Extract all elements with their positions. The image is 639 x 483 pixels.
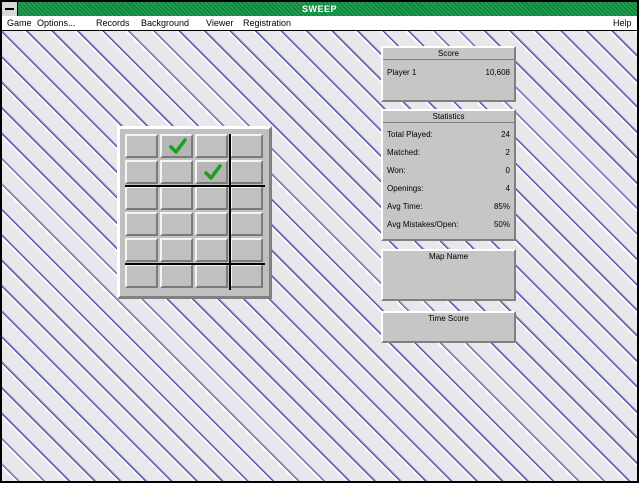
stat-value: 2 (505, 148, 510, 157)
time-score-panel: Time Score (381, 311, 516, 343)
board-cell[interactable] (160, 134, 193, 158)
game-board (117, 126, 272, 299)
board-cell[interactable] (160, 264, 193, 288)
board-cell[interactable] (125, 134, 158, 158)
stat-value: 24 (501, 130, 510, 139)
statistics-panel: Statistics Total Played: 24 Matched: 2 Won… (381, 109, 516, 241)
board-cell[interactable] (195, 264, 228, 288)
stat-row: Total Played: 24 (383, 128, 514, 142)
player-score: 10,608 (485, 68, 510, 77)
board-cell[interactable] (230, 264, 263, 288)
stat-label: Matched: (387, 148, 420, 157)
stat-row: Avg Mistakes/Open: 50% (383, 218, 514, 232)
app-window: SWEEP Game Options... Records Background… (0, 0, 639, 483)
board-cell[interactable] (160, 238, 193, 262)
stat-label: Total Played: (387, 130, 433, 139)
board-cell[interactable] (160, 186, 193, 210)
stat-label: Openings: (387, 184, 424, 193)
board-cell[interactable] (125, 186, 158, 210)
board-cell[interactable] (230, 238, 263, 262)
menu-registration[interactable]: Registration (243, 16, 291, 30)
menu-game[interactable]: Game (7, 16, 32, 30)
board-cell[interactable] (195, 134, 228, 158)
stat-row: Openings: 4 (383, 182, 514, 196)
board-cell[interactable] (195, 160, 228, 184)
map-name-panel: Map Name (381, 249, 516, 301)
board-cell[interactable] (125, 160, 158, 184)
stat-row: Won: 0 (383, 164, 514, 178)
board-cell[interactable] (125, 212, 158, 236)
statistics-header: Statistics (383, 111, 514, 123)
menu-records[interactable]: Records (96, 16, 130, 30)
stat-label: Won: (387, 166, 406, 175)
game-area: Score Player 1 10,608 Statistics Total P… (2, 31, 637, 481)
menu-viewer[interactable]: Viewer (206, 16, 233, 30)
board-cell[interactable] (230, 160, 263, 184)
stat-label: Avg Mistakes/Open: (387, 220, 459, 229)
board-cell[interactable] (195, 186, 228, 210)
score-row: Player 1 10,608 (383, 66, 514, 80)
title-bar[interactable]: SWEEP (2, 2, 637, 16)
stat-row: Matched: 2 (383, 146, 514, 160)
board-cell[interactable] (160, 212, 193, 236)
board-cell[interactable] (195, 212, 228, 236)
time-score-header: Time Score (428, 314, 469, 323)
score-panel: Score Player 1 10,608 (381, 46, 516, 102)
stat-value: 4 (505, 184, 510, 193)
menu-background[interactable]: Background (141, 16, 189, 30)
window-title: SWEEP (301, 4, 337, 14)
map-name-header: Map Name (428, 252, 469, 261)
board-cell[interactable] (230, 186, 263, 210)
menu-options[interactable]: Options... (37, 16, 76, 30)
menu-help[interactable]: Help (613, 16, 632, 30)
board-cell[interactable] (230, 212, 263, 236)
checkmark-icon (169, 138, 187, 154)
board-divider (229, 134, 231, 290)
board-cell[interactable] (230, 134, 263, 158)
menu-bar: Game Options... Records Background Viewe… (2, 16, 637, 31)
score-header: Score (383, 48, 514, 60)
board-cell[interactable] (125, 238, 158, 262)
stat-label: Avg Time: (387, 202, 423, 211)
board-cell[interactable] (160, 160, 193, 184)
stat-value: 50% (493, 220, 510, 229)
stat-row: Avg Time: 85% (383, 200, 514, 214)
board-cell[interactable] (125, 264, 158, 288)
board-divider (125, 263, 265, 265)
board-cell[interactable] (195, 238, 228, 262)
checkmark-icon (204, 164, 222, 180)
stat-value: 0 (505, 166, 510, 175)
player-label: Player 1 (387, 68, 417, 77)
board-divider (125, 185, 265, 187)
stat-value: 85% (493, 202, 510, 211)
